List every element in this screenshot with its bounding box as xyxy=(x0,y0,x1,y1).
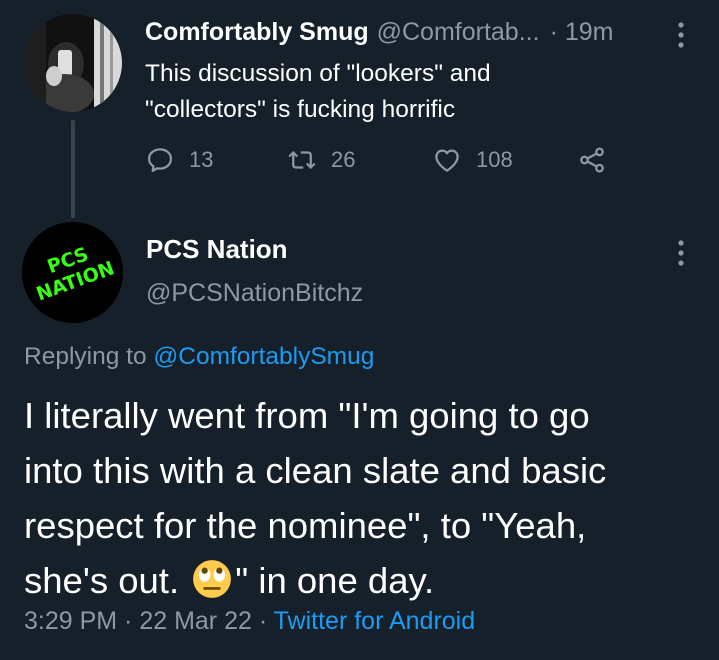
replying-to-line: Replying to @ComfortablySmug xyxy=(24,343,374,371)
parent-tweet-actions: 13 26 108 xyxy=(145,140,625,180)
replying-to-label: Replying to xyxy=(24,343,154,370)
reply-icon xyxy=(147,148,173,172)
meta-separator: · xyxy=(251,607,274,635)
like-count: 108 xyxy=(476,147,513,172)
parent-avatar-image xyxy=(24,14,122,112)
parent-timestamp[interactable]: · 19m xyxy=(550,18,614,47)
parent-handle[interactable]: @Comfortab... xyxy=(377,18,540,47)
share-icon xyxy=(580,147,604,173)
parent-tweet-header: Comfortably Smug @Comfortab... · 19m xyxy=(145,12,613,52)
reply-handle[interactable]: @PCSNationBitchz xyxy=(146,279,363,308)
parent-tweet-text: This discussion of "lookers" and "collec… xyxy=(145,56,685,128)
reply-more-options-icon[interactable] xyxy=(671,238,691,268)
reply-tweet-date[interactable]: 22 Mar 22 xyxy=(139,607,252,635)
reply-avatar[interactable]: PCS NATION xyxy=(22,222,123,323)
heart-icon xyxy=(435,149,459,172)
reply-tweet-text-line: I literally went from "I'm going to go xyxy=(24,395,590,436)
reply-avatar-logo: PCS NATION xyxy=(22,222,123,323)
reply-tweet-text-line: she's out. " in one day. xyxy=(24,553,714,608)
parent-display-name[interactable]: Comfortably Smug xyxy=(145,18,369,47)
reply-tweet-text-line: into this with a clean slate and basic xyxy=(24,450,607,491)
share-button[interactable] xyxy=(577,140,607,180)
parent-tweet-text-line: "collectors" is fucking horrific xyxy=(145,96,456,123)
reply-tweet-source[interactable]: Twitter for Android xyxy=(274,607,475,635)
reply-tweet-text-fragment: " in one day. xyxy=(235,560,435,601)
retweet-count: 26 xyxy=(331,147,356,172)
reply-tweet-text: I literally went from "I'm going to go i… xyxy=(24,388,714,608)
parent-more-options-icon[interactable] xyxy=(671,20,691,50)
reply-tweet-time[interactable]: 3:29 PM xyxy=(24,607,117,635)
meta-separator: · xyxy=(117,607,140,635)
replying-to-link[interactable]: @ComfortablySmug xyxy=(153,343,374,370)
reply-display-name[interactable]: PCS Nation xyxy=(146,234,288,265)
retweet-icon xyxy=(288,150,316,170)
thread-connector-line xyxy=(71,120,75,218)
retweet-button[interactable]: 26 xyxy=(287,140,355,180)
eye-roll-emoji-icon xyxy=(193,560,232,598)
parent-avatar[interactable] xyxy=(24,14,122,112)
parent-tweet-text-line: This discussion of "lookers" and xyxy=(145,60,491,87)
reply-tweet-meta: 3:29 PM · 22 Mar 22 · Twitter for Androi… xyxy=(24,607,475,636)
reply-button[interactable]: 13 xyxy=(145,140,213,180)
reply-tweet-text-line: respect for the nominee", to "Yeah, xyxy=(24,505,587,546)
like-button[interactable]: 108 xyxy=(432,140,513,180)
reply-tweet-text-fragment: she's out. xyxy=(24,560,190,601)
reply-count: 13 xyxy=(189,147,214,172)
